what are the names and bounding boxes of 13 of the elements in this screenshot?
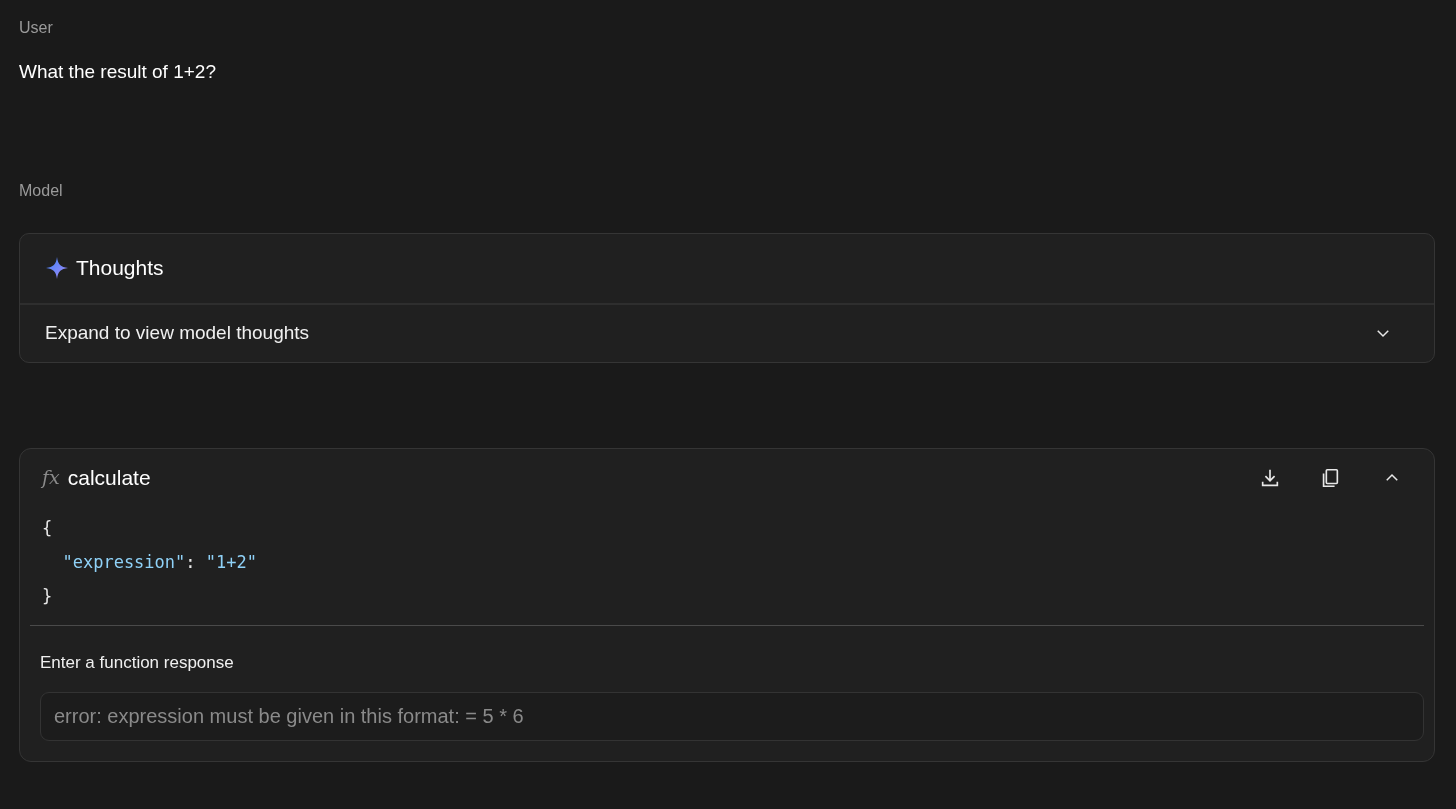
code-line: "expression": "1+2" (61, 550, 257, 574)
role-label: User (19, 18, 54, 38)
role-label: Model (19, 180, 63, 201)
function-icon: fx (42, 463, 60, 492)
code-line: } (42, 584, 53, 608)
function-name: calculate (67, 464, 151, 491)
panel-title: Thoughts (76, 255, 164, 282)
code-line: { (42, 516, 53, 540)
response-field[interactable]: error: expression must be given in this format: = 5 * 6 (40, 692, 1424, 741)
sparkle-icon (46, 257, 68, 279)
message-text: What the result of 1+2? (19, 60, 216, 84)
expand-toggle[interactable]: Expand to view model thoughts (20, 304, 1434, 362)
field-label: Enter a function response (40, 651, 234, 674)
